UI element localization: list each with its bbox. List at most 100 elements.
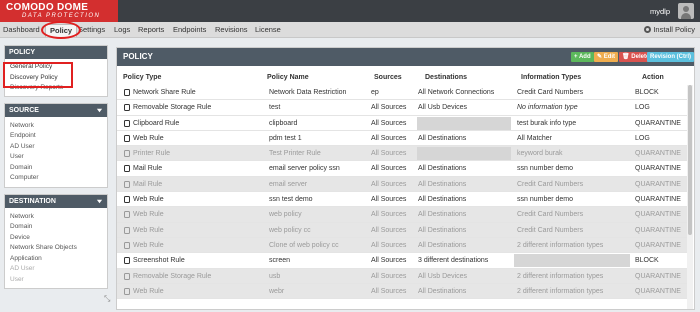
cell-destinations: All Destinations bbox=[418, 211, 467, 219]
resize-grip-icon[interactable]: ⤡ bbox=[104, 294, 110, 304]
nav-reports[interactable]: Reports bbox=[138, 25, 164, 34]
table-row[interactable]: Clipboard Rule clipboard All Sources test b… bbox=[117, 116, 687, 131]
cell-information-types: All Matcher bbox=[517, 134, 553, 142]
cell-action: LOG bbox=[635, 134, 650, 142]
sidebar-item-domain[interactable]: Domain bbox=[5, 163, 107, 174]
main-nav: Dashboard Policy Settings Logs Reports E… bbox=[0, 22, 700, 38]
cell-sources: All Sources bbox=[371, 150, 407, 158]
table-row[interactable]: Removable Storage Rule usb All Sources All … bbox=[117, 268, 687, 284]
usb-drive-icon bbox=[124, 272, 130, 280]
table-row[interactable]: Printer Rule Test Printer Rule All Sources… bbox=[117, 146, 687, 162]
col-action[interactable]: Action bbox=[642, 74, 664, 81]
nav-settings[interactable]: Settings bbox=[78, 25, 105, 34]
nav-license[interactable]: License bbox=[255, 25, 281, 34]
sidebar-destination-header[interactable]: DESTINATION bbox=[5, 194, 107, 208]
sidebar-item-dest-network-share[interactable]: Network Share Objects bbox=[5, 243, 107, 254]
cell-policy-name: Clone of web policy cc bbox=[269, 241, 339, 249]
sidebar-item-endpoint[interactable]: Endpoint bbox=[5, 131, 107, 142]
table-row[interactable]: Web Rule web policy All Sources All Destina… bbox=[117, 207, 687, 223]
cell-action: QUARANTINE bbox=[635, 196, 681, 204]
cell-policy-type: Mail Rule bbox=[133, 180, 163, 188]
cell-information-types: ssn number demo bbox=[517, 196, 574, 204]
col-policy-name[interactable]: Policy Name bbox=[267, 74, 309, 81]
cell-destinations: All Destinations bbox=[418, 180, 467, 188]
cell-policy-name: webr bbox=[269, 287, 285, 295]
avatar[interactable] bbox=[678, 3, 694, 19]
cell-policy-name: Network Data Restriction bbox=[269, 89, 347, 96]
nav-revisions[interactable]: Revisions bbox=[215, 25, 248, 34]
cell-sources: All Sources bbox=[371, 272, 407, 280]
gear-icon bbox=[644, 26, 652, 33]
cell-destinations: All Network Connections bbox=[418, 89, 495, 96]
cell-sources: ep bbox=[371, 89, 379, 96]
col-policy-type[interactable]: Policy Type bbox=[123, 74, 161, 81]
install-policy-button[interactable]: Install Policy bbox=[644, 25, 695, 34]
globe-icon bbox=[124, 287, 130, 295]
cell-destinations: All Destinations bbox=[418, 287, 467, 295]
add-button[interactable]: + Add bbox=[571, 52, 594, 62]
cell-sources: All Sources bbox=[371, 241, 407, 249]
nav-dashboard[interactable]: Dashboard bbox=[3, 25, 40, 34]
col-information-types[interactable]: Information Types bbox=[521, 74, 581, 81]
cell-action: QUARANTINE bbox=[635, 165, 681, 173]
nav-endpoints[interactable]: Endpoints bbox=[173, 25, 206, 34]
table-row[interactable]: Web Rule web policy cc All Sources All Dest… bbox=[117, 222, 687, 238]
chevron-down-icon bbox=[96, 108, 103, 112]
policy-panel-header: POLICY + Add ✎ Edit 🗑 Delete Revision (C… bbox=[117, 48, 694, 66]
cell-destinations: All Usb Devices bbox=[418, 104, 468, 112]
sidebar-item-dest-user[interactable]: User bbox=[5, 275, 107, 286]
sidebar-source-header[interactable]: SOURCE bbox=[5, 103, 107, 117]
table-row[interactable]: Web Rule pdm test 1 All Sources All Destina… bbox=[117, 131, 687, 147]
nav-logs[interactable]: Logs bbox=[114, 25, 130, 34]
col-sources[interactable]: Sources bbox=[374, 74, 402, 81]
sidebar-item-dest-domain[interactable]: Domain bbox=[5, 222, 107, 233]
sidebar-item-dest-device[interactable]: Device bbox=[5, 233, 107, 244]
cell-sources: All Sources bbox=[371, 257, 407, 265]
scrollbar-thumb[interactable] bbox=[688, 85, 692, 235]
table-row[interactable]: Removable Storage Rule test All Sources All… bbox=[117, 100, 687, 116]
cell-policy-type: Web Rule bbox=[133, 134, 164, 142]
sidebar-item-computer[interactable]: Computer bbox=[5, 173, 107, 184]
cell-action: QUARANTINE bbox=[635, 211, 681, 219]
table-row[interactable]: Web Rule Clone of web policy cc All Source… bbox=[117, 237, 687, 254]
globe-icon bbox=[124, 134, 130, 142]
user-name[interactable]: mydlp bbox=[650, 7, 670, 16]
sidebar-item-network[interactable]: Network bbox=[5, 121, 107, 132]
cell-action: LOG bbox=[635, 104, 650, 112]
cell-information-types: ssn number demo bbox=[517, 165, 574, 173]
cell-policy-name: Test Printer Rule bbox=[269, 150, 321, 158]
cell-information-types: 2 different information types bbox=[517, 287, 604, 295]
table-row[interactable]: Mail Rule email server policy ssn All Sour… bbox=[117, 161, 687, 177]
cell-destinations: All Destinations bbox=[418, 134, 467, 142]
sidebar-item-dest-ad-user[interactable]: AD User bbox=[5, 264, 107, 275]
cell-sources: All Sources bbox=[371, 119, 407, 127]
policy-panel: POLICY + Add ✎ Edit 🗑 Delete Revision (C… bbox=[116, 47, 695, 310]
edit-button[interactable]: ✎ Edit bbox=[594, 52, 619, 62]
cell-policy-type: Removable Storage Rule bbox=[133, 104, 212, 112]
cell-action: QUARANTINE bbox=[635, 272, 681, 280]
table-scrollbar[interactable] bbox=[687, 85, 693, 309]
cell-information-types: Credit Card Numbers bbox=[517, 89, 584, 96]
cell-information-types: 2 different information types bbox=[517, 241, 604, 249]
sidebar-item-ad-user[interactable]: AD User bbox=[5, 142, 107, 153]
cell-destinations: All Destinations bbox=[418, 165, 467, 173]
table-row[interactable]: Web Rule ssn test demo All Sources All Dest… bbox=[117, 192, 687, 208]
table-header: Policy Type Policy Name Sources Destinat… bbox=[117, 71, 694, 85]
sidebar-item-dest-application[interactable]: Application bbox=[5, 254, 107, 265]
table-row[interactable]: Web Rule webr All Sources All Destinations 2… bbox=[117, 283, 687, 300]
table-row[interactable]: Screenshot Rule screen All Sources 3 differ… bbox=[117, 253, 687, 269]
avatar-head-icon bbox=[683, 6, 689, 12]
sidebar-item-user[interactable]: User bbox=[5, 152, 107, 163]
table-row[interactable]: Mail Rule email server All Sources All Dest… bbox=[117, 176, 687, 193]
cell-policy-type: Mail Rule bbox=[133, 165, 163, 173]
col-destinations[interactable]: Destinations bbox=[425, 74, 467, 81]
table-row[interactable]: Network Share Rule Network Data Restricti… bbox=[117, 85, 687, 101]
brand-subtitle: DATA PROTECTION bbox=[22, 13, 101, 19]
policy-table: Network Share Rule Network Data Restricti… bbox=[117, 85, 687, 300]
cell-information-types-text: No information type bbox=[517, 104, 578, 112]
sidebar-item-dest-network[interactable]: Network bbox=[5, 212, 107, 223]
brand-logo[interactable]: COMODO DOME DATA PROTECTION bbox=[0, 0, 118, 22]
cell-policy-type: Web Rule bbox=[133, 196, 164, 204]
cell-policy-name: screen bbox=[269, 257, 291, 265]
revision-button[interactable]: Revision (Ctrl) bbox=[647, 52, 694, 62]
